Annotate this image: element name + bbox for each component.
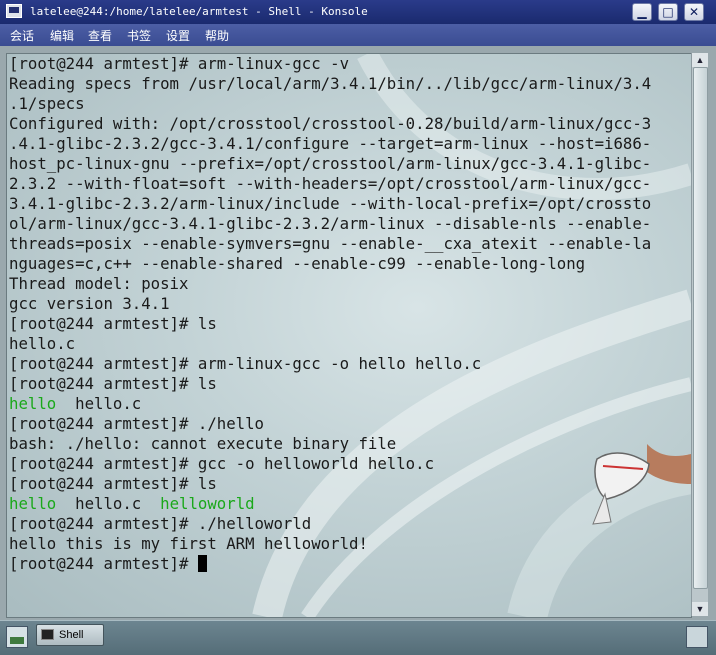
terminal-line: 3.4.1-glibc-2.3.2/arm-linux/include --wi… [9, 194, 652, 213]
terminal-line: [root@244 armtest]# ls [9, 474, 217, 493]
window-title: latelee@244:/home/latelee/armtest - Shel… [30, 5, 368, 18]
scrollbar-thumb[interactable] [693, 67, 708, 589]
scroll-up-icon[interactable]: ▲ [692, 53, 708, 67]
menu-bar: 会话 编辑 查看 书签 设置 帮助 [0, 24, 716, 46]
vertical-scrollbar[interactable]: ▲ ▼ [691, 53, 708, 616]
terminal-line: Thread model: posix [9, 274, 189, 293]
terminal-line: host_pc-linux-gnu --prefix=/opt/crosstoo… [9, 154, 652, 173]
terminal-line: .4.1-glibc-2.3.2/gcc-3.4.1/configure --t… [9, 134, 652, 153]
ls-output-line: hello hello.c helloworld [9, 494, 255, 513]
terminal-line: [root@244 armtest]# gcc -o helloworld he… [9, 454, 435, 473]
terminal-line: nguages=c,c++ --enable-shared --enable-c… [9, 254, 586, 273]
executable-name: hello [9, 394, 57, 413]
terminal-line: 2.3.2 --with-float=soft --with-headers=/… [9, 174, 652, 193]
terminal-output: [root@244 armtest]# arm-linux-gcc -v Rea… [7, 54, 691, 574]
terminal-line: hello.c [9, 334, 76, 353]
terminal-line: gcc version 3.4.1 [9, 294, 170, 313]
terminal-line: ol/arm-linux/gcc-3.4.1-glibc-2.3.2/arm-l… [9, 214, 652, 233]
scroll-down-icon[interactable]: ▼ [692, 602, 708, 616]
menu-settings[interactable]: 设置 [166, 27, 190, 44]
text-cursor [197, 555, 207, 572]
taskbar: Shell [0, 620, 716, 655]
menu-edit[interactable]: 编辑 [50, 27, 74, 44]
terminal-area[interactable]: [root@244 armtest]# arm-linux-gcc -v Rea… [6, 53, 692, 618]
taskbar-item-label: Shell [59, 629, 84, 641]
ls-output-line: hello hello.c [9, 394, 141, 413]
menu-session[interactable]: 会话 [10, 27, 34, 44]
terminal-icon [41, 629, 54, 640]
menu-help[interactable]: 帮助 [205, 27, 229, 44]
terminal-line: Configured with: /opt/crosstool/crosstoo… [9, 114, 652, 133]
terminal-line: Reading specs from /usr/local/arm/3.4.1/… [9, 74, 652, 93]
executable-name: helloworld [160, 494, 255, 513]
tray-icon[interactable] [686, 626, 708, 648]
executable-name: hello [9, 494, 57, 513]
minimize-button[interactable]: ▁ [632, 3, 652, 21]
close-button[interactable]: ✕ [684, 3, 704, 21]
source-file-name: hello.c [75, 394, 142, 413]
terminal-line: [root@244 armtest]# ls [9, 374, 217, 393]
taskbar-item-shell[interactable]: Shell [36, 624, 104, 646]
terminal-line: [root@244 armtest]# arm-linux-gcc -v [9, 54, 350, 73]
terminal-line: [root@244 armtest]# arm-linux-gcc -o hel… [9, 354, 482, 373]
source-file-name: hello.c [75, 494, 142, 513]
title-bar: latelee@244:/home/latelee/armtest - Shel… [0, 0, 716, 24]
maximize-button[interactable]: □ [658, 3, 678, 21]
terminal-line: hello this is my first ARM helloworld! [9, 534, 368, 553]
terminal-line: .1/specs [9, 94, 85, 113]
konsole-icon[interactable] [6, 4, 22, 18]
shell-prompt: [root@244 armtest]# [9, 554, 198, 573]
terminal-line: [root@244 armtest]# ./hello [9, 414, 265, 433]
terminal-line: threads=posix --enable-symvers=gnu --ena… [9, 234, 652, 253]
show-desktop-icon[interactable] [6, 626, 28, 648]
terminal-line: bash: ./hello: cannot execute binary fil… [9, 434, 397, 453]
terminal-line: [root@244 armtest]# ./helloworld [9, 514, 312, 533]
menu-bookmarks[interactable]: 书签 [127, 27, 151, 44]
menu-view[interactable]: 查看 [88, 27, 112, 44]
terminal-line: [root@244 armtest]# ls [9, 314, 217, 333]
